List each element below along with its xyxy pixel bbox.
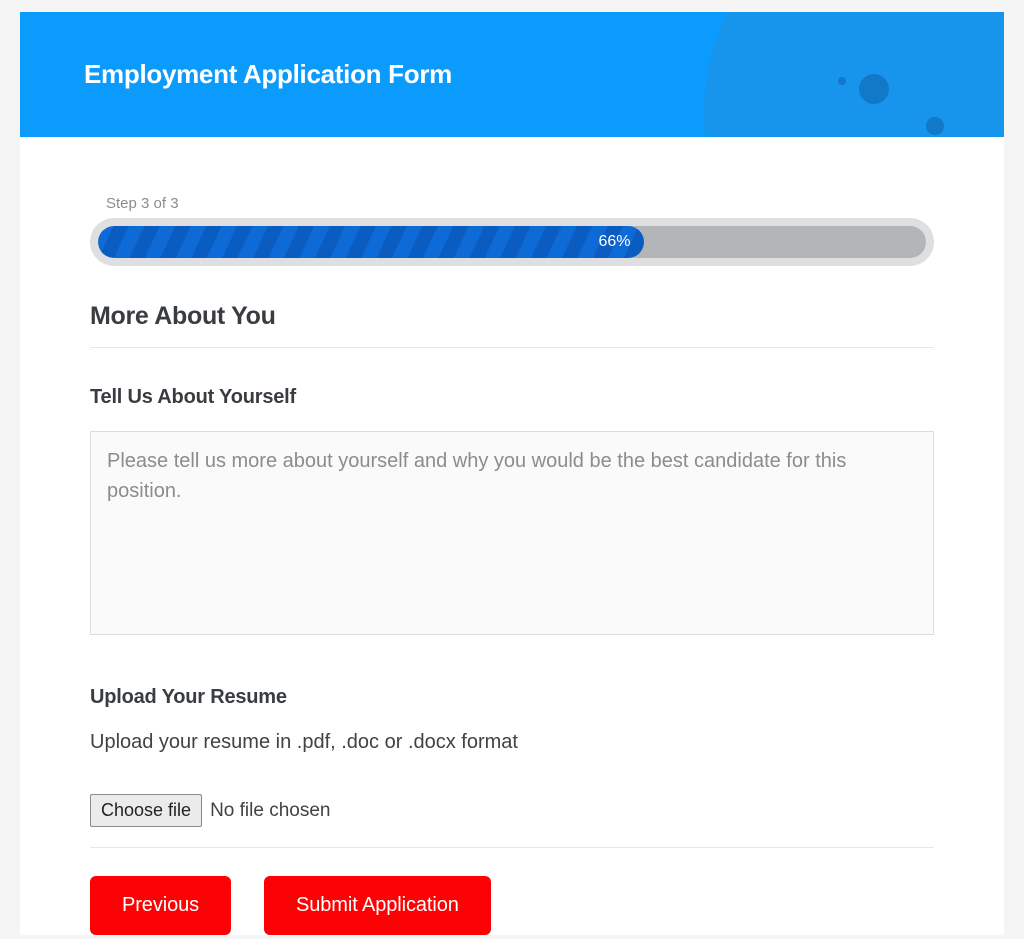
previous-button[interactable]: Previous xyxy=(90,876,231,935)
progress-percent-label: 66% xyxy=(598,233,630,251)
decorative-dot xyxy=(838,77,846,85)
resume-help-text: Upload your resume in .pdf, .doc or .doc… xyxy=(90,731,934,754)
progress-fill: 66% xyxy=(98,226,644,258)
choose-file-button[interactable]: Choose file xyxy=(90,794,202,827)
step-indicator: Step 3 of 3 xyxy=(106,195,934,212)
resume-label: Upload Your Resume xyxy=(90,686,934,709)
form-actions: Previous Submit Application xyxy=(90,876,934,935)
form-header: Employment Application Form xyxy=(20,12,1004,137)
section-title: More About You xyxy=(90,302,934,348)
submit-application-button[interactable]: Submit Application xyxy=(264,876,491,935)
about-label: Tell Us About Yourself xyxy=(90,386,934,409)
decorative-dot xyxy=(859,74,889,104)
progress-track: 66% xyxy=(98,226,926,258)
page-title: Employment Application Form xyxy=(84,59,452,90)
progress-bar: 66% xyxy=(90,218,934,266)
file-chosen-status: No file chosen xyxy=(210,800,330,822)
about-yourself-textarea[interactable] xyxy=(90,431,934,635)
file-upload-row: Choose file No file chosen xyxy=(90,794,934,848)
decorative-circle xyxy=(704,12,1004,137)
decorative-dot xyxy=(926,117,944,135)
